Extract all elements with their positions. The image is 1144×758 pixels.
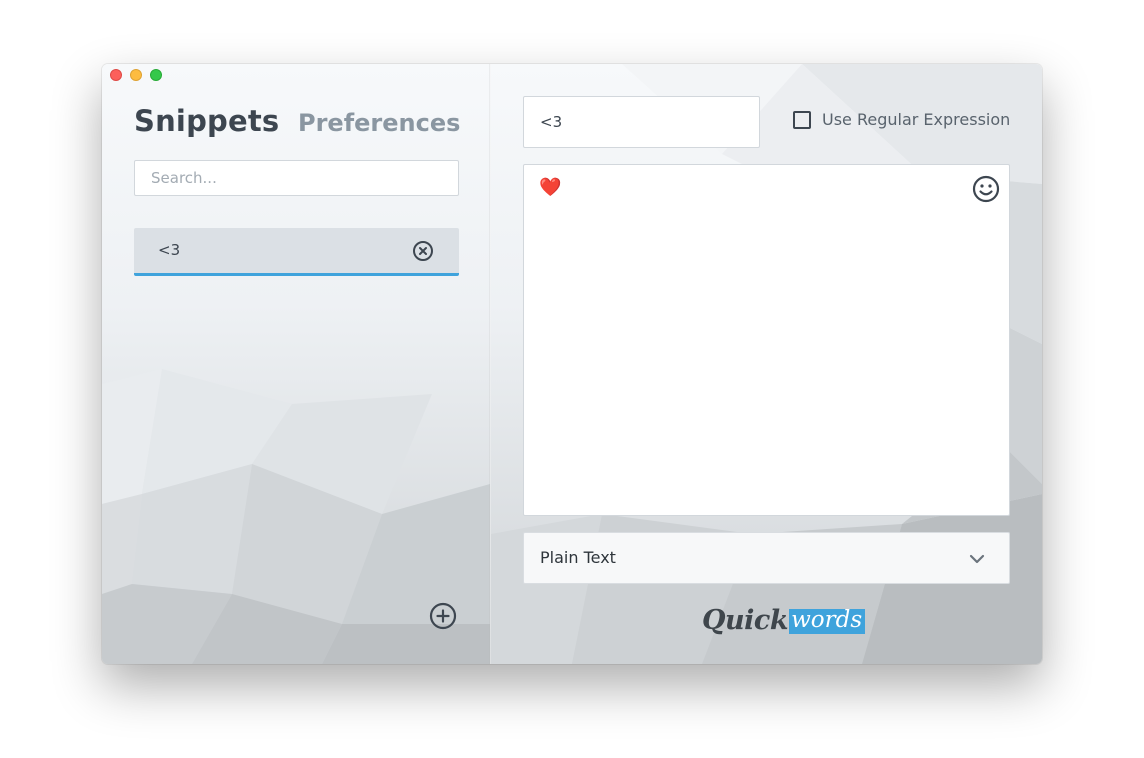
tab-snippets[interactable]: Snippets	[134, 104, 279, 138]
regex-label: Use Regular Expression	[822, 110, 1011, 129]
smiley-icon[interactable]	[972, 175, 1000, 203]
abbreviation-input[interactable]	[523, 96, 760, 148]
close-circle-icon[interactable]	[412, 240, 434, 262]
format-value: Plain Text	[540, 548, 616, 567]
chevron-down-icon	[969, 554, 985, 564]
regex-option[interactable]: Use Regular Expression	[793, 110, 1010, 129]
logo-part-quick: Quick	[702, 605, 789, 636]
snippet-content: ❤️	[539, 177, 562, 198]
snippet-label: <3	[158, 241, 181, 259]
tab-preferences[interactable]: Preferences	[298, 109, 460, 137]
plus-circle-icon[interactable]	[429, 602, 457, 630]
maximize-window-button[interactable]	[150, 69, 162, 81]
app-window: Snippets Preferences <3 Use Regular Expr…	[102, 64, 1042, 664]
window-controls	[110, 69, 162, 81]
snippet-content-editor[interactable]: ❤️	[523, 164, 1010, 516]
search-input[interactable]	[134, 160, 459, 196]
snippet-list-item[interactable]: <3	[134, 228, 459, 276]
logo-part-words: words	[789, 609, 866, 634]
close-window-button[interactable]	[110, 69, 122, 81]
minimize-window-button[interactable]	[130, 69, 142, 81]
sidebar: Snippets Preferences <3	[102, 64, 490, 664]
app-logo: Quick words	[702, 596, 866, 636]
format-select[interactable]: Plain Text	[523, 532, 1010, 584]
editor-panel: Use Regular Expression ❤️ Plain Text Qui…	[491, 64, 1042, 664]
regex-checkbox[interactable]	[793, 110, 811, 129]
